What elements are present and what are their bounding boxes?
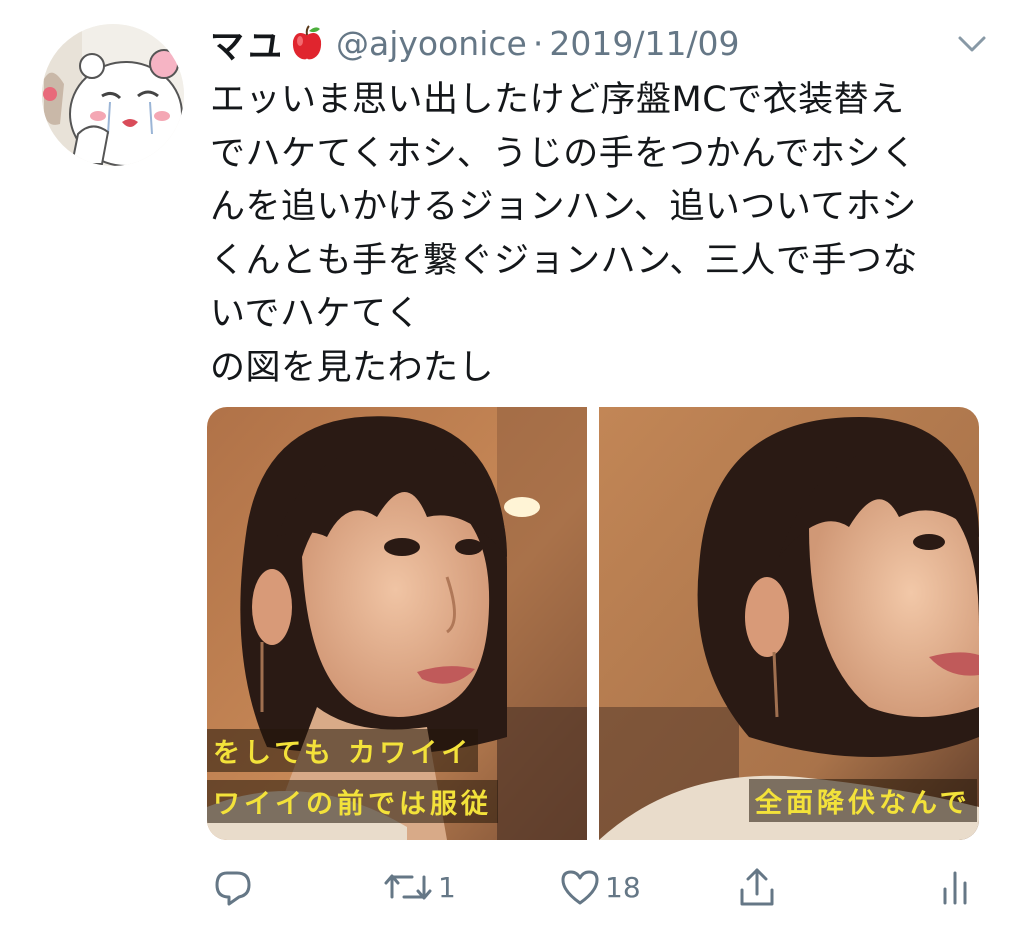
- reply-icon: [213, 867, 253, 907]
- share-icon: [737, 866, 777, 908]
- tweet-header: マユ @ajyoonice · 2019/11/09: [210, 18, 990, 68]
- like-count: 18: [605, 870, 641, 904]
- user-handle[interactable]: @ajyoonice: [336, 24, 527, 63]
- tweet-text-line: んを追いかけるジョンハン、追いついてホシ: [210, 187, 917, 227]
- tweet-text-line: いでハケてく: [210, 294, 421, 334]
- subtitle-line: をしても カワイイ: [207, 729, 479, 772]
- display-name[interactable]: マユ: [210, 19, 286, 68]
- subtitle-line: ワイイの前では服従: [207, 780, 498, 823]
- media-image-right[interactable]: 全面降伏なんで: [599, 407, 979, 840]
- like-button[interactable]: 18: [559, 860, 641, 914]
- retweet-button[interactable]: 1: [382, 860, 456, 914]
- retweet-count: 1: [438, 870, 456, 904]
- tweet-date[interactable]: 2019/11/09: [549, 24, 739, 63]
- tweet-text-line: でハケてくホシ、うじの手をつかんでホシく: [210, 133, 917, 174]
- tweet-text-line: くんとも手を繋ぐジョンハン、三人で手つな: [210, 240, 918, 281]
- share-button[interactable]: [737, 860, 777, 914]
- tweet-action-bar: 1 18: [207, 860, 979, 914]
- tweet-text: エッいま思い出したけど序盤MCで衣装替え でハケてくホシ、うじの手をつかんでホシ…: [210, 74, 990, 395]
- media-image-left[interactable]: をしても カワイイ ワイイの前では服従: [207, 407, 587, 840]
- reply-button[interactable]: [213, 860, 257, 914]
- analytics-icon: [937, 867, 973, 907]
- chevron-down-icon[interactable]: [954, 26, 990, 62]
- subtitle-line: 全面降伏なんで: [749, 779, 977, 822]
- red-apple-icon: [290, 25, 324, 61]
- analytics-button[interactable]: [937, 860, 973, 914]
- heart-icon: [559, 867, 601, 907]
- tweet-text-line: エッいま思い出したけど序盤MCで衣装替え: [210, 80, 905, 120]
- tweet-text-line: の図を見たわたし: [210, 347, 495, 388]
- separator-dot: ·: [532, 23, 544, 63]
- media-grid: をしても カワイイ ワイイの前では服従 全面降伏なんで: [207, 407, 979, 840]
- retweet-icon: [382, 867, 434, 907]
- avatar[interactable]: [42, 24, 184, 166]
- tweet: マユ @ajyoonice · 2019/11/09 エッいま思い出したけど序盤…: [0, 0, 1024, 929]
